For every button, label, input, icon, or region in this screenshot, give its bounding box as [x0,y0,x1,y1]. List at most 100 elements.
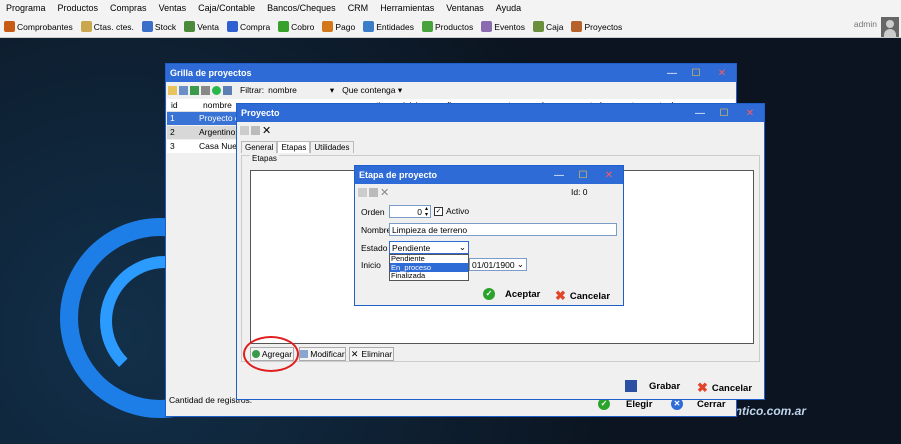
toolbar-stock-button[interactable]: Stock [138,21,180,32]
cancel-project-button[interactable]: ✖ Cancelar [697,380,752,396]
name-input[interactable] [389,223,617,236]
toolbar-productos-button[interactable]: Productos [418,21,477,32]
filter-label: Filtrar: [240,85,265,95]
toolbar-comprobantes-button[interactable]: Comprobantes [0,21,77,32]
avatar[interactable] [881,17,899,37]
start-date-picker[interactable]: 01/01/1900 ⌄ [469,258,527,271]
filter-field-select[interactable]: nombre ▾ [268,85,334,96]
chevron-down-icon: ▾ [397,84,403,95]
edit-icon [300,350,309,358]
delete-icon: ✕ [350,348,359,359]
state-option[interactable]: Pendiente [390,255,468,263]
modify-stage-button[interactable]: Modificar [299,347,346,361]
active-checkbox[interactable]: ✓ Activo [434,206,469,216]
project-tabs: General Etapas Utilidades [241,141,354,153]
toolbar-eventos-button[interactable]: Eventos [477,21,529,32]
close-button[interactable]: ✕ [712,64,732,82]
cart-icon [226,21,238,32]
delete-stage-button[interactable]: ✕ Eliminar [349,347,394,361]
menu-item[interactable]: Compras [104,3,153,13]
delete-icon[interactable]: ✕ [262,124,271,137]
tab-etapas[interactable]: Etapas [277,141,311,153]
tab-general[interactable]: General [241,141,278,153]
grid-toolbar: Filtrar: nombre ▾ Que contenga ▾ [168,83,402,97]
print-icon[interactable] [201,85,210,95]
menu-item[interactable]: Caja/Contable [192,3,261,13]
toolbar-caja-button[interactable]: Caja [529,21,567,32]
menu-item[interactable]: CRM [342,3,375,13]
save-icon[interactable] [251,126,260,135]
minimize-button[interactable]: — [662,64,682,82]
table-row[interactable]: 3 Casa Nuev [167,140,237,153]
project-window-title: Proyecto [237,104,764,122]
toolbar-compra-button[interactable]: Compra [223,21,274,32]
menu-item[interactable]: Ventas [153,3,193,13]
menu-item[interactable]: Programa [0,3,52,13]
table-row[interactable]: 2 Argentino D [167,126,237,139]
chevron-down-icon: ▾ [329,84,335,95]
menu-item[interactable]: Bancos/Cheques [261,3,342,13]
toolbar-pago-button[interactable]: Pago [318,21,359,32]
state-select[interactable]: Pendiente ⌄ [389,241,469,254]
stage-dialog: Etapa de proyecto — ☐ ✕ ✕ Id: 0 Orden 0 … [354,165,624,306]
minimize-button[interactable]: — [549,166,569,184]
save-icon[interactable] [369,188,378,197]
maximize-button[interactable]: ☐ [686,64,706,82]
toolbar-proyectos-button[interactable]: Proyectos [567,21,626,32]
menu-item[interactable]: Herramientas [374,3,440,13]
caja-icon [533,21,544,32]
checkbox-checked-icon: ✓ [434,206,443,216]
maximize-button[interactable]: ☐ [714,104,734,122]
productos-icon [422,21,433,32]
state-dropdown-list: Pendiente En_proceso Finalizada [389,254,469,281]
proyectos-icon [571,21,583,32]
menu-item[interactable]: Ayuda [490,3,527,13]
stage-toolbar: ✕ [358,186,389,199]
edit-icon[interactable] [179,85,188,95]
whatsapp-icon[interactable] [212,85,221,95]
save-project-button[interactable]: Grabar [625,380,680,392]
tab-utilidades[interactable]: Utilidades [310,141,354,153]
filter-mode-select[interactable]: Que contenga ▾ [342,85,402,96]
new-icon[interactable] [168,85,177,95]
close-button[interactable]: ✕ [740,104,760,122]
project-toolbar: ✕ [240,124,271,137]
excel-icon[interactable] [190,85,199,95]
dollar-plus-icon [278,21,290,32]
main-toolbar: Comprobantes Ctas. ctes. Stock Venta Com… [0,16,901,38]
toolbar-venta-button[interactable]: Venta [180,21,223,32]
new-icon[interactable] [240,126,249,135]
website-watermark: antico.com.ar [728,404,807,418]
copy-icon[interactable] [223,85,232,95]
chevron-down-icon: ⌄ [516,259,524,269]
column-header-id[interactable]: id [167,100,201,110]
menu-bar: Programa Productos Compras Ventas Caja/C… [0,0,901,16]
start-label: Inicio [361,260,381,270]
toolbar-entidades-button[interactable]: Entidades [359,21,418,32]
new-icon[interactable] [358,188,367,197]
menu-item[interactable]: Productos [52,3,105,13]
entidades-icon [363,21,375,32]
minimize-button[interactable]: — [690,104,710,122]
eventos-icon [481,21,493,32]
toolbar-ctas-button[interactable]: Ctas. ctes. [77,21,138,32]
accept-button[interactable]: ✓ Aceptar [483,288,540,300]
order-stepper[interactable]: 0 ▴ ▾ [389,205,431,218]
cancel-x-icon: ✖ [555,288,566,303]
menu-item[interactable]: Ventanas [440,3,490,13]
close-button[interactable]: ✕ [599,166,619,184]
toolbar-cobro-button[interactable]: Cobro [274,21,318,32]
chevron-down-icon: ⌄ [458,242,466,252]
table-row[interactable]: 1 Proyecto de [167,112,237,125]
order-label: Orden [361,207,385,217]
ctas-icon [80,21,92,32]
check-icon: ✓ [483,288,495,300]
state-option[interactable]: Finalizada [390,272,468,280]
cancel-button[interactable]: ✖ Cancelar [555,288,610,304]
maximize-button[interactable]: ☐ [573,166,593,184]
delete-icon[interactable]: ✕ [380,186,389,199]
stepper-arrows-icon: ▴ ▾ [424,205,428,218]
user-name: admin [853,19,877,29]
floppy-icon [625,380,637,392]
dollar-minus-icon [322,21,334,32]
